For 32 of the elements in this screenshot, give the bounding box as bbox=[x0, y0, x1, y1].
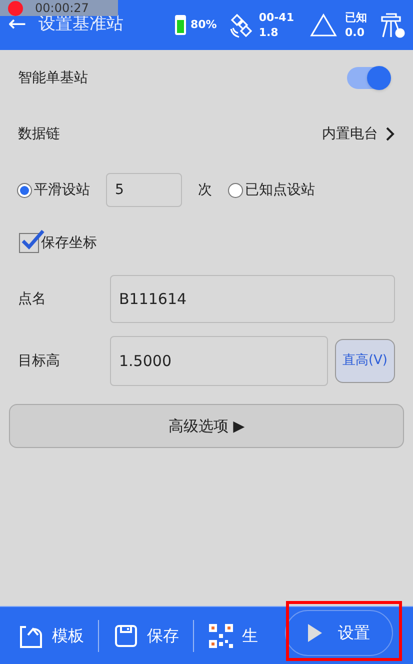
checkbox[interactable]: 保存坐标 bbox=[19, 232, 97, 254]
target-height-label: 目标高 bbox=[18, 352, 61, 370]
satellite-value: 1.8 bbox=[258, 25, 280, 40]
count-field[interactable]: 5 bbox=[106, 173, 182, 207]
count-unit: 次 bbox=[198, 180, 212, 200]
target-height-field[interactable]: 1.5000 bbox=[110, 336, 328, 386]
recording-time: 00:00:27 bbox=[35, 0, 89, 16]
chevron-right-icon bbox=[386, 127, 395, 141]
toolbar-button[interactable]: 生 bbox=[204, 622, 262, 648]
advanced-options-button[interactable]: 高级选项 ▶ bbox=[9, 404, 404, 448]
smart-base-label: 智能单基站 bbox=[18, 68, 89, 88]
back-button[interactable]: ← bbox=[8, 14, 26, 36]
receiver-tripod-icon bbox=[379, 11, 405, 39]
radio-option[interactable]: 平滑设站 bbox=[17, 180, 90, 200]
battery-percent: 80% bbox=[190, 16, 217, 33]
toolbar-button[interactable]: 保存 bbox=[109, 622, 183, 648]
point-name-label: 点名 bbox=[18, 290, 47, 308]
toolbar-button[interactable]: 模板 bbox=[14, 622, 88, 648]
known-label: 已知 bbox=[345, 10, 367, 25]
data-link-row[interactable]: 数据链 内置电台 bbox=[0, 106, 413, 162]
satellite-count: 00-41 bbox=[258, 10, 294, 25]
window-title: 设置基准站 bbox=[38, 13, 124, 36]
point-name-field[interactable]: B111614 bbox=[110, 275, 395, 323]
battery-icon bbox=[175, 15, 186, 35]
height-type-button[interactable]: 直高(V) bbox=[335, 339, 395, 383]
known-value: 0.0 bbox=[345, 25, 366, 40]
satellite-icon bbox=[228, 11, 255, 39]
qr-code-icon bbox=[208, 622, 234, 648]
radio-option[interactable]: 已知点设站 bbox=[228, 180, 315, 200]
set-button[interactable]: 设置 bbox=[285, 610, 393, 656]
triangle-icon bbox=[310, 13, 337, 37]
play-icon bbox=[308, 624, 322, 642]
